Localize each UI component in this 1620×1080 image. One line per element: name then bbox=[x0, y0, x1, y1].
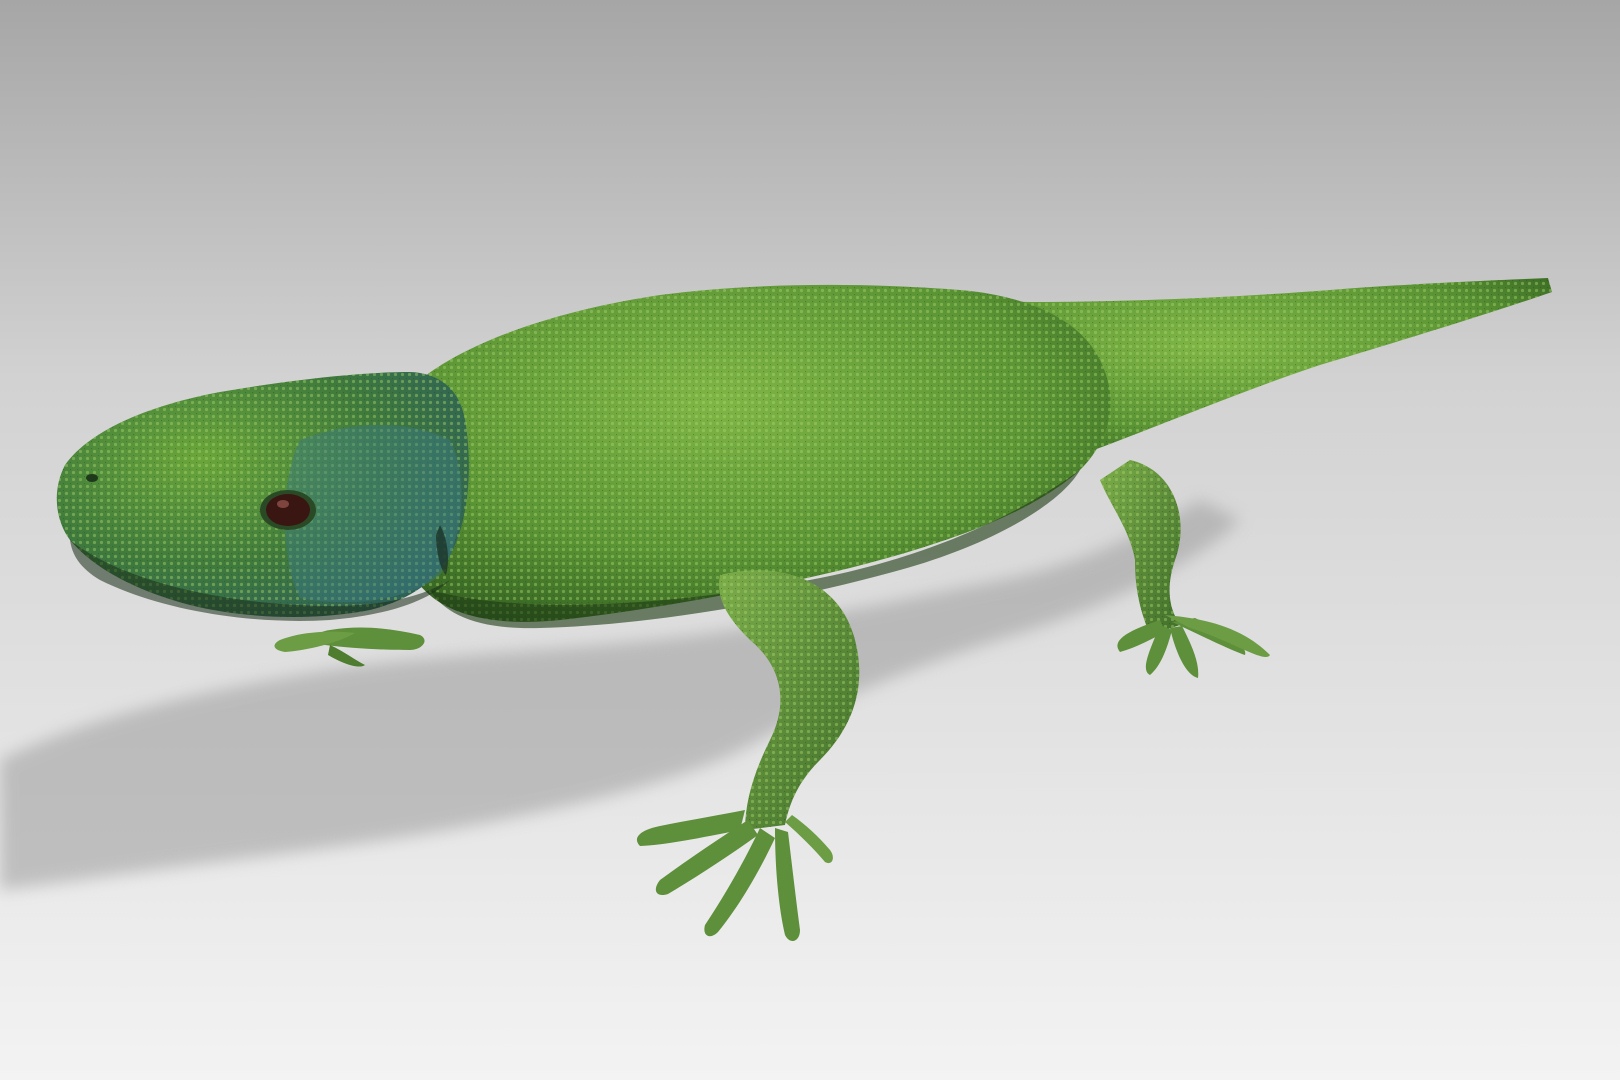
nostril bbox=[86, 474, 98, 482]
scene-svg bbox=[0, 0, 1620, 1080]
lizard-eye bbox=[260, 490, 316, 530]
render-viewport bbox=[0, 0, 1620, 1080]
